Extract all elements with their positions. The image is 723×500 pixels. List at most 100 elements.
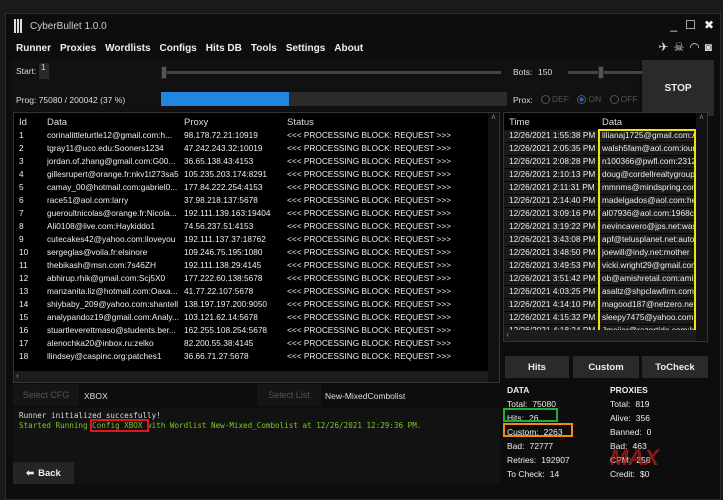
prox-def-radio[interactable] (541, 95, 550, 105)
skull-icon[interactable]: ☠ (674, 40, 685, 54)
prox-def-label: DEF (552, 94, 569, 104)
tab-custom[interactable]: Custom (573, 356, 639, 378)
menu-configs[interactable]: Configs (160, 43, 197, 54)
table-row[interactable]: 18 llindsey@caspinc.org:patches1 36.66.71.… (14, 351, 499, 364)
hit-time: 12/26/2021 2:11:31 PM (509, 182, 595, 192)
row-proxy: 109.246.75.195:1080 (184, 247, 263, 257)
tab-hits[interactable]: Hits (505, 356, 569, 378)
menu-settings[interactable]: Settings (286, 43, 325, 54)
row-data: thebikash@msn.com:7s46ZH (47, 260, 156, 270)
stat-label: To Check: (507, 469, 545, 479)
row-id: 9 (19, 234, 24, 244)
row-status: <<< PROCESSING BLOCK: REQUEST >>> (287, 351, 452, 361)
close-button[interactable]: ✖ (704, 18, 714, 32)
row-proxy: 192.111.138.29:4145 (184, 260, 262, 270)
table-row[interactable]: 11 thebikash@msn.com:7s46ZH 192.111.138.29… (14, 260, 499, 273)
log-console: Runner initialized succesfully! Started … (13, 408, 500, 485)
table-row[interactable]: 9 cutecakes42@yahoo.com:iloveyou 192.111.1… (14, 234, 499, 247)
col-status[interactable]: Status (287, 117, 314, 128)
table-row[interactable]: 13 manzanita.liz@hotmail.com:Oaxa... 41.77… (14, 286, 499, 299)
row-data: corinalittleturtle12@gmail.com:h... (47, 130, 173, 140)
table-row[interactable]: 14 shiybaby_209@yahoo.com:shantell 138.197… (14, 299, 499, 312)
start-slider[interactable] (161, 66, 501, 79)
menu-about[interactable]: About (334, 43, 363, 54)
row-id: 11 (19, 260, 28, 270)
hit-time: 12/26/2021 4:15:32 PM (509, 312, 596, 322)
bots-slider-thumb[interactable] (598, 66, 604, 79)
row-status: <<< PROCESSING BLOCK: REQUEST >>> (287, 143, 452, 153)
back-button[interactable]: ⬅ Back (13, 462, 74, 484)
row-proxy: 192.111.139.163:19404 (184, 208, 271, 218)
col-data[interactable]: Data (47, 117, 67, 128)
menu-hits-db[interactable]: Hits DB (206, 43, 242, 54)
row-data: cutecakes42@yahoo.com:iloveyou (47, 234, 176, 244)
prox-on-radio[interactable] (577, 95, 587, 105)
table-row[interactable]: 1 corinalittleturtle12@gmail.com:h... 98.1… (14, 130, 499, 143)
horizontal-scrollbar[interactable]: ‹ (14, 371, 499, 382)
select-list-button[interactable]: Select List (257, 384, 321, 406)
col-hit-data[interactable]: Data (602, 117, 622, 128)
vertical-scrollbar[interactable]: ˄ (488, 113, 499, 382)
telegram-icon[interactable]: ✈ (658, 40, 668, 54)
hit-time: 12/26/2021 3:48:50 PM (509, 247, 596, 257)
table-row[interactable]: 17 alenochka20@inbox.ru:zelko 82.200.55.38… (14, 338, 499, 351)
minimize-button[interactable]: _ (670, 18, 677, 32)
hits-horizontal-scrollbar[interactable]: ‹ (504, 330, 707, 341)
col-proxy[interactable]: Proxy (184, 117, 208, 128)
table-row[interactable]: 5 camay_00@hotmail.com:gabriel0... 177.84.… (14, 182, 499, 195)
hit-time: 12/26/2021 2:14:40 PM (509, 195, 596, 205)
start-slider-thumb[interactable] (161, 66, 167, 79)
progress-bar (161, 92, 507, 106)
app-logo-icon (14, 19, 22, 33)
hit-time: 12/26/2021 4:14:10 PM (509, 299, 596, 309)
row-id: 5 (19, 182, 24, 192)
hit-time: 12/26/2021 2:05:35 PM (509, 143, 596, 153)
row-data: manzanita.liz@hotmail.com:Oaxa... (47, 286, 178, 296)
stat-value: 14 (549, 469, 560, 479)
start-input[interactable]: 1 (39, 63, 49, 79)
select-cfg-button[interactable]: Select CFG (13, 384, 79, 406)
proxy-stats-title: PROXIES (610, 385, 648, 395)
row-status: <<< PROCESSING BLOCK: REQUEST >>> (287, 234, 452, 244)
hits-vertical-scrollbar[interactable]: ˄ (696, 113, 707, 341)
tab-tocheck[interactable]: ToCheck (642, 356, 708, 378)
green-highlight-box (503, 408, 558, 422)
col-time[interactable]: Time (509, 117, 530, 128)
stat-value: 356 (635, 413, 650, 423)
menu-wordlists[interactable]: Wordlists (105, 43, 150, 54)
stat-value: 819 (635, 399, 650, 409)
camera-icon[interactable]: ◙ (705, 40, 712, 54)
yellow-highlight-box (598, 129, 696, 341)
row-id: 3 (19, 156, 24, 166)
prox-off-label: OFF (620, 94, 638, 104)
progress-fill (161, 92, 290, 106)
bots-slider[interactable] (568, 66, 642, 79)
table-row[interactable]: 2 tgray11@uco.edu:Sooners1234 47.242.243.3… (14, 143, 499, 156)
row-data: gillesrupert@orange.fr:nkv1t273sa5 (47, 169, 179, 179)
col-id[interactable]: Id (19, 117, 27, 128)
maximize-button[interactable]: ☐ (685, 18, 696, 32)
menu-runner[interactable]: Runner (16, 43, 51, 54)
table-row[interactable]: 6 race51@aol.com:larry 37.98.218.137:5678 <… (14, 195, 499, 208)
arrow-left-icon: ⬅ (26, 467, 35, 479)
menu-proxies[interactable]: Proxies (60, 43, 96, 54)
table-row[interactable]: 15 analypandoz19@gmail.com:Analy... 103.12… (14, 312, 499, 325)
table-row[interactable]: 4 gillesrupert@orange.fr:nkv1t273sa5 105.2… (14, 169, 499, 182)
table-row[interactable]: 7 gueroultnicolas@orange.fr:Nicola... 192.… (14, 208, 499, 221)
prox-off-radio[interactable] (609, 95, 619, 105)
hit-time: 12/26/2021 2:10:13 PM (509, 169, 596, 179)
proxy-stats-item: Banned: 0 (610, 427, 651, 437)
proxy-stats-item: Alive: 356 (610, 413, 650, 423)
table-row[interactable]: 12 abhirup.rhik@gmail.com:Scj5X0 177.222.6… (14, 273, 499, 286)
menu-tools[interactable]: Tools (251, 43, 277, 54)
table-row[interactable]: 3 jordan.of.zhang@gmail.com:G00... 36.65.1… (14, 156, 499, 169)
stop-button[interactable]: STOP (642, 60, 714, 116)
table-row[interactable]: 10 sergeglas@voila.fr:elsinore 109.246.75.… (14, 247, 499, 260)
hit-time: 12/26/2021 4:03:25 PM (509, 286, 596, 296)
table-row[interactable]: 8 Ali0108@live.com:Haykiddo1 74.56.237.51:… (14, 221, 499, 234)
data-stats-item: Retries: 192907 (507, 455, 570, 465)
speedometer-icon[interactable]: ◠ (689, 40, 699, 54)
table-row[interactable]: 16 stuartleverettmaso@students.ber... 162.… (14, 325, 499, 338)
log-highlighted-config: Config XBOX (90, 419, 150, 432)
row-proxy: 82.200.55.38:4145 (184, 338, 254, 348)
